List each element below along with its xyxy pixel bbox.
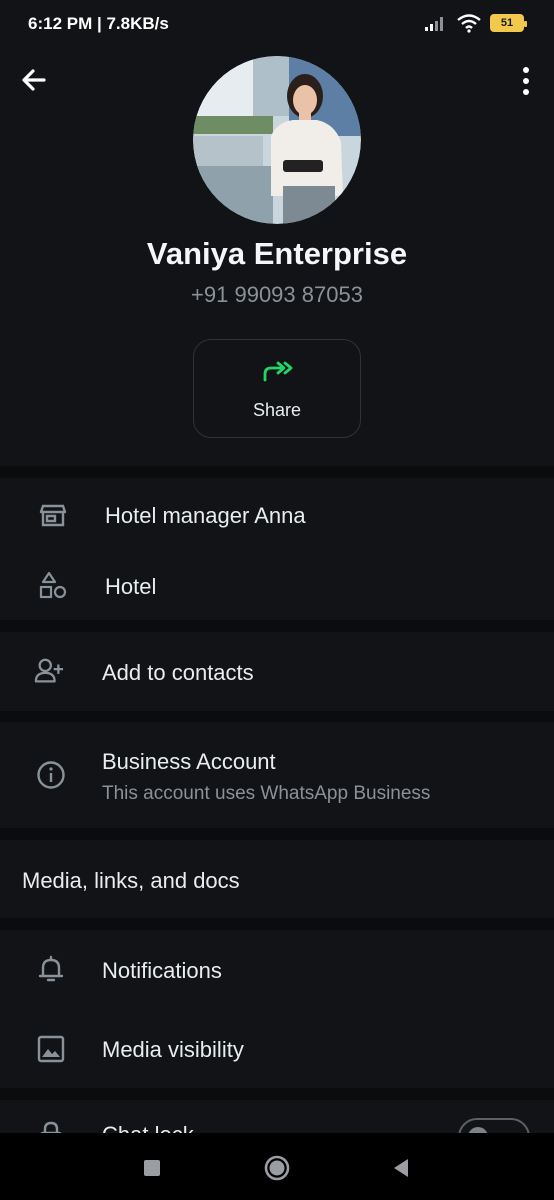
contact-info-screen: 6:12 PM | 7.8KB/s 51 Vaniya Enterprise +…: [0, 0, 554, 1200]
media-links-docs-row[interactable]: Media, links, and docs: [0, 840, 554, 918]
battery-tip: [524, 21, 527, 27]
back-icon[interactable]: [386, 1153, 416, 1183]
info-icon: [37, 761, 65, 789]
back-arrow-icon[interactable]: [18, 64, 50, 96]
share-button[interactable]: Share: [193, 339, 361, 438]
battery-level: 51: [500, 17, 514, 29]
contact-phone: +91 99093 87053: [191, 282, 363, 307]
category-shapes-icon: [39, 571, 67, 599]
contact-name: Vaniya Enterprise: [146, 236, 408, 271]
more-vert-icon[interactable]: [520, 66, 532, 96]
store-icon: [39, 504, 67, 527]
media-section: Media, links, and docs: [0, 840, 554, 918]
share-forward-icon: [263, 361, 293, 382]
business-account-subtitle: This account uses WhatsApp Business: [102, 783, 431, 804]
recents-icon[interactable]: [137, 1153, 167, 1183]
add-to-contacts-row[interactable]: Add to contacts: [0, 632, 554, 711]
business-description-row[interactable]: Hotel manager Anna: [0, 478, 554, 550]
notifications-label: Notifications: [102, 958, 222, 983]
bell-icon: [38, 955, 64, 982]
business-account-row[interactable]: Business Account This account uses Whats…: [0, 722, 554, 828]
image-icon: [37, 1035, 65, 1063]
add-to-contacts-label: Add to contacts: [102, 660, 254, 685]
system-nav-bar: [0, 1133, 554, 1200]
business-description: Hotel manager Anna: [105, 503, 306, 528]
wifi-icon: [457, 14, 481, 33]
notifications-row[interactable]: Notifications: [0, 930, 554, 1010]
media-visibility-label: Media visibility: [102, 1037, 244, 1062]
home-icon[interactable]: [262, 1153, 292, 1183]
status-icons: 51: [424, 13, 527, 33]
add-person-icon: [34, 658, 64, 683]
business-category-row[interactable]: Hotel: [0, 550, 554, 620]
signal-icon: [425, 17, 443, 31]
business-account-section: Business Account This account uses Whats…: [0, 722, 554, 828]
business-account-title: Business Account: [102, 749, 276, 774]
share-label: Share: [252, 400, 302, 420]
avatar[interactable]: [193, 56, 361, 224]
settings-section: Notifications Media visibility: [0, 930, 554, 1088]
profile-header: Vaniya Enterprise +91 99093 87053 Share: [0, 48, 554, 466]
media-visibility-row[interactable]: Media visibility: [0, 1010, 554, 1088]
business-category: Hotel: [105, 574, 157, 599]
status-bar: 6:12 PM | 7.8KB/s 51: [0, 0, 554, 48]
add-to-contacts-section: Add to contacts: [0, 632, 554, 711]
media-links-docs-label: Media, links, and docs: [22, 868, 240, 893]
status-time-speed: 6:12 PM | 7.8KB/s: [28, 14, 169, 33]
battery-indicator: 51: [490, 14, 527, 32]
business-info-section: Hotel manager Anna Hotel: [0, 478, 554, 620]
